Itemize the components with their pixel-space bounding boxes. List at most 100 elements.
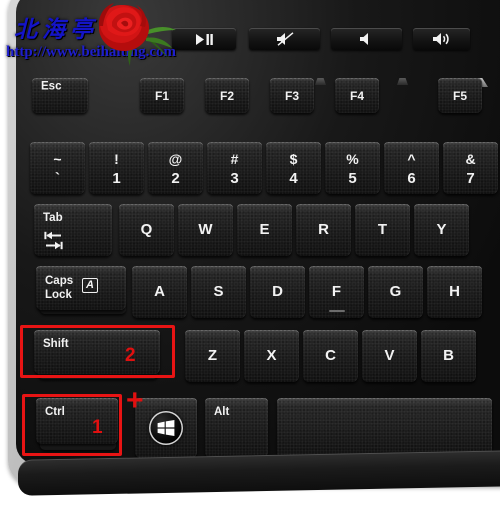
key-7[interactable]: & 7 [443,142,498,194]
shift-marker-number: 2 [125,345,136,366]
key-label: X [266,346,277,364]
key-y[interactable]: Y [414,204,469,256]
key-label: Y [436,220,447,238]
key-d[interactable]: D [250,266,305,318]
key-label: Shift [43,338,69,350]
caps-line-2: Lock [45,288,72,301]
key-c[interactable]: C [303,330,358,382]
key-z[interactable]: Z [185,330,240,382]
key-e[interactable]: E [237,204,292,256]
key-label: Q [140,220,153,238]
key-r[interactable]: R [296,204,351,256]
key-windows[interactable] [135,398,197,458]
key-label: F [331,282,342,300]
key-x[interactable]: X [244,330,299,382]
key-q[interactable]: Q [119,204,174,256]
ctrl-marker-number: 1 [92,417,103,438]
key-label: ` [55,169,60,187]
caps-lock-indicator-icon: A [82,278,98,293]
tab-arrows-icon [44,231,63,250]
key-label: E [259,220,270,238]
speaker-low-icon [359,33,368,45]
media-key-mute[interactable] [249,28,320,50]
key-label: Z [207,346,218,364]
key-label: V [384,346,395,364]
key-w[interactable]: W [178,204,233,256]
key-t[interactable]: T [355,204,410,256]
key-label: 5 [348,169,357,187]
key-5[interactable]: % 5 [325,142,380,194]
key-3[interactable]: # 3 [207,142,262,194]
key-tab[interactable]: Tab [34,204,112,256]
key-label: C [325,346,336,364]
key-label: Alt [214,406,230,418]
key-space[interactable] [277,398,492,458]
key-label-shifted: ! [114,151,119,168]
key-g[interactable]: G [368,266,423,318]
combo-plus-sign: + [126,384,144,417]
play-pause-icon [195,33,213,45]
key-label: 7 [466,169,475,187]
key-f1[interactable]: F1 [140,78,184,113]
key-v[interactable]: V [362,330,417,382]
key-label: 3 [230,169,239,187]
key-alt-left[interactable]: Alt [205,398,268,458]
key-label: B [443,346,454,364]
key-label-shifted: ~ [53,151,62,168]
key-s[interactable]: S [191,266,246,318]
key-label: 2 [171,169,180,187]
speaker-mute-icon [276,32,293,46]
key-2[interactable]: @ 2 [148,142,203,194]
key-f[interactable]: F [309,266,364,318]
key-label: T [377,220,388,238]
key-label: F4 [349,88,364,103]
caps-line-1: Caps [45,275,74,287]
key-4[interactable]: $ 4 [266,142,321,194]
key-label-shifted: & [465,151,476,168]
key-a[interactable]: A [132,266,187,318]
key-label: G [389,282,402,300]
media-key-strip [172,28,488,87]
key-label: F5 [452,88,467,103]
key-caps-lock[interactable]: Caps Lock A [36,266,126,310]
rose-decoration-icon [98,3,176,66]
key-backquote[interactable]: ~ ` [30,142,85,194]
key-label: Ctrl [45,406,65,418]
key-label: D [272,282,283,300]
key-label-shifted: @ [168,151,183,168]
watermark-chinese-text: 北海亭 [14,17,98,42]
key-b[interactable]: B [421,330,476,382]
key-label: Caps Lock [45,275,73,302]
key-label-shifted: ^ [407,151,416,168]
key-label: Esc [41,80,62,93]
key-label: F3 [284,88,299,103]
key-f2[interactable]: F2 [205,78,249,113]
key-label: H [449,282,460,300]
media-key-volume-up[interactable] [413,28,470,50]
key-h[interactable]: H [427,266,482,318]
key-label: W [198,220,213,238]
key-shift-left[interactable]: Shift [34,330,160,374]
speaker-high-icon [433,33,449,45]
key-label: F1 [154,88,169,103]
key-label: A [154,282,165,300]
key-f4[interactable]: F4 [335,78,379,113]
key-label: Tab [43,212,63,224]
key-f5[interactable]: F5 [438,78,482,113]
key-label: R [318,220,329,238]
key-label-shifted: # [230,151,239,168]
key-6[interactable]: ^ 6 [384,142,439,194]
key-label-shifted: % [346,151,359,168]
key-label: 6 [407,169,416,187]
key-ctrl-left[interactable]: Ctrl [36,398,118,444]
key-esc[interactable]: Esc [32,78,88,113]
keyboard-photo: Esc F1 F2 F3 F4 F5 ~ ` ! 1 @ 2 # 3 $ 4 %… [0,0,500,520]
key-label: 1 [112,169,121,187]
windows-logo-icon [149,411,183,445]
media-key-volume-down[interactable] [331,28,402,50]
key-1[interactable]: ! 1 [89,142,144,194]
key-f3[interactable]: F3 [270,78,314,113]
key-label: S [213,282,224,300]
f-key-homing-bar [328,310,345,312]
key-label: F2 [219,88,234,103]
